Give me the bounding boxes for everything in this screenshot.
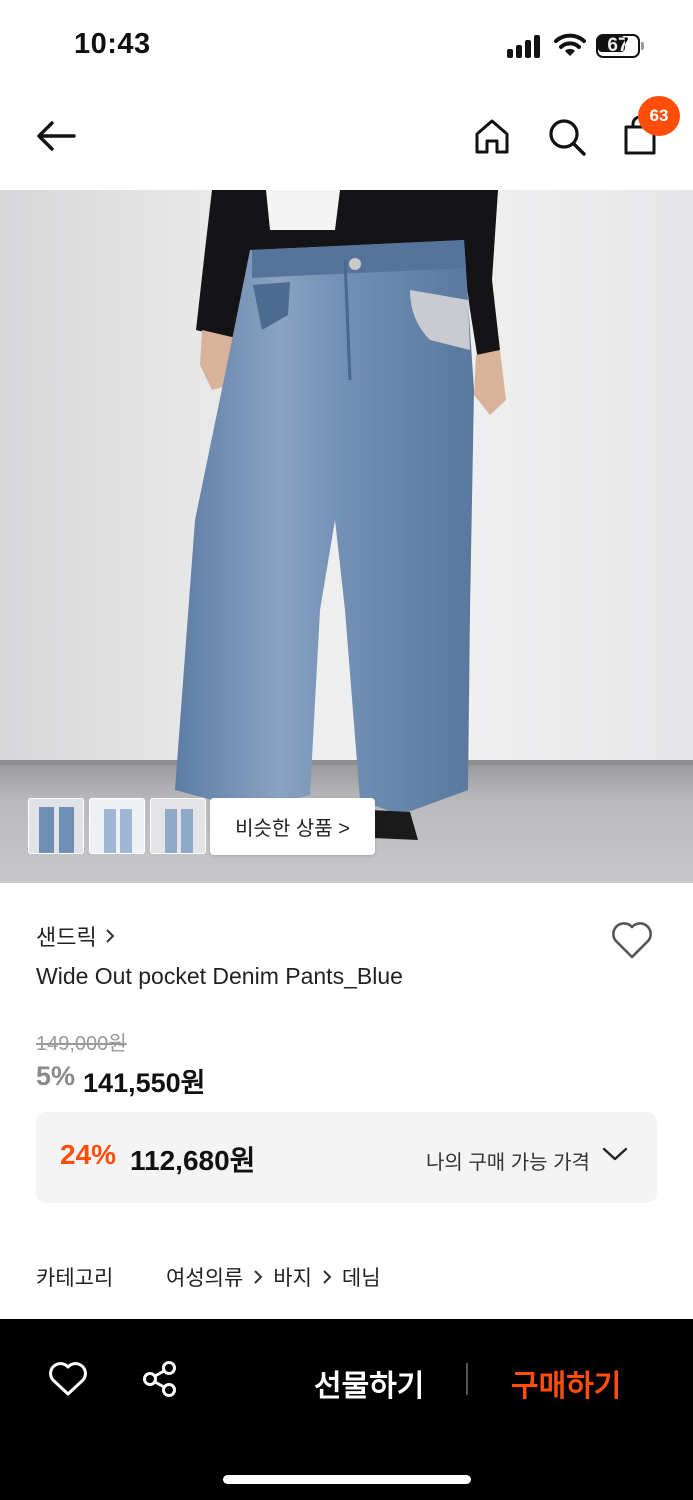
chevron-right-icon [254,1270,263,1284]
back-arrow-icon[interactable] [34,118,78,159]
wifi-icon [554,32,586,63]
signal-icon [507,34,543,58]
similar-products-button[interactable]: 비슷한 상품 > [210,798,375,855]
battery-icon: 67 [596,34,644,58]
my-price-amount: 112,680원 [130,1145,256,1176]
heart-icon[interactable] [610,920,654,965]
buy-button[interactable]: 구매하기 [511,1361,621,1405]
category-breadcrumb: 여성의류 바지 데님 [166,1262,381,1292]
category-label: 카테고리 [36,1267,114,1290]
denim-pants-illustration [175,190,506,840]
category-item[interactable]: 바지 [273,1262,312,1292]
thumbnail-2[interactable] [89,798,145,854]
home-indicator [223,1475,471,1484]
chevron-down-icon [602,1146,628,1167]
sale-price: 141,550원 [83,1068,206,1098]
brand-name: 샌드릭 [36,925,97,950]
product-image[interactable]: 비슷한 상품 > [0,190,693,883]
category-item[interactable]: 데님 [342,1262,381,1292]
chevron-right-icon [323,1270,332,1284]
my-price-toggle[interactable]: 24% 112,680원 나의 구매 가능 가격 [36,1112,657,1203]
top-nav [0,90,693,190]
discount-rate: 5% [36,1061,76,1091]
original-price: 149,000원 [36,1033,127,1055]
heart-icon[interactable] [48,1361,88,1402]
gift-button[interactable]: 선물하기 [314,1361,424,1405]
chevron-right-icon [106,929,115,943]
my-price-label: 나의 구매 가능 가격 [426,1152,590,1174]
thumbnail-1[interactable] [28,798,84,854]
battery-level: 67 [607,35,629,56]
sale-price-row: 5% 141,550원 [36,1061,205,1100]
search-icon[interactable] [546,116,588,163]
thumbnail-strip [28,798,206,856]
status-time: 10:43 [74,28,151,60]
bottom-action-bar: 선물하기 구매하기 [0,1319,693,1500]
brand-link[interactable]: 샌드릭 [36,920,115,952]
category-item[interactable]: 여성의류 [166,1262,243,1292]
divider [466,1363,468,1395]
status-bar: 10:43 67 [0,0,693,90]
product-name: Wide Out pocket Denim Pants_Blue [36,963,403,989]
home-icon[interactable] [472,116,512,161]
thumbnail-3[interactable] [150,798,206,854]
share-icon[interactable] [141,1360,179,1403]
cart-count-badge: 63 [638,96,680,136]
my-discount-rate: 24% [60,1139,117,1170]
